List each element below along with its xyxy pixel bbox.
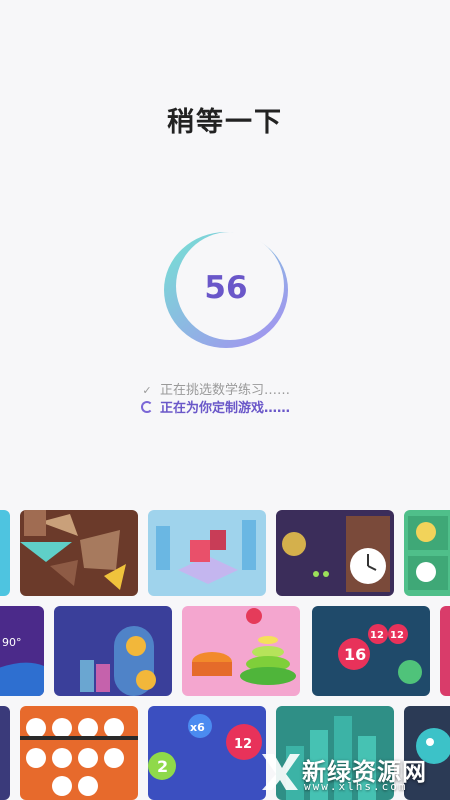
- watermark-logo: 新绿资源网 www.xlhs.com: [258, 746, 448, 796]
- progress-ring: 56: [160, 228, 292, 352]
- ball-label-2: 2: [157, 757, 168, 776]
- bubble-label-12b: 12: [390, 630, 404, 641]
- progress-value: 56: [204, 270, 248, 306]
- check-icon: ✓: [142, 384, 152, 397]
- game-thumbnail-edge-left: [0, 706, 10, 800]
- multiplier-label: x6: [190, 721, 205, 734]
- game-thumbnail-angle: 90°: [0, 606, 44, 696]
- status-text: 正在挑选数学练习……: [160, 383, 291, 398]
- game-thumbnail-3d-cubes: [148, 510, 266, 596]
- bubble-label-12a: 12: [370, 630, 384, 641]
- game-thumbnail-stack-rings: [182, 606, 300, 696]
- spinner-icon: [140, 400, 154, 418]
- watermark-icon: [262, 754, 300, 790]
- game-thumbnail-tangram: [20, 510, 138, 596]
- game-thumbnail-clock: [276, 510, 394, 596]
- game-thumbnail-multiply: x6 2 12: [148, 706, 266, 800]
- game-thumbnail-edge-right: [440, 606, 450, 696]
- status-item-game: 正在为你定制游戏……: [140, 400, 290, 418]
- game-thumbnail-egg-crates: [20, 706, 138, 800]
- status-item-math: ✓ 正在挑选数学练习……: [140, 382, 290, 400]
- bubble-label-16: 16: [344, 645, 366, 664]
- game-thumbnail-number-bubbles: 16 12 12: [312, 606, 430, 696]
- page-title: 稍等一下: [167, 107, 283, 138]
- monster-label-12: 12: [234, 737, 252, 752]
- angle-label: 90°: [2, 636, 22, 649]
- game-thumbnail-blocks-left: [0, 510, 10, 596]
- game-thumbnail-balls-tubes: [54, 606, 172, 696]
- game-thumbnail-animal-cards: [404, 510, 450, 596]
- watermark-subtext: www.xlhs.com: [304, 780, 408, 793]
- status-text: 正在为你定制游戏……: [160, 401, 291, 416]
